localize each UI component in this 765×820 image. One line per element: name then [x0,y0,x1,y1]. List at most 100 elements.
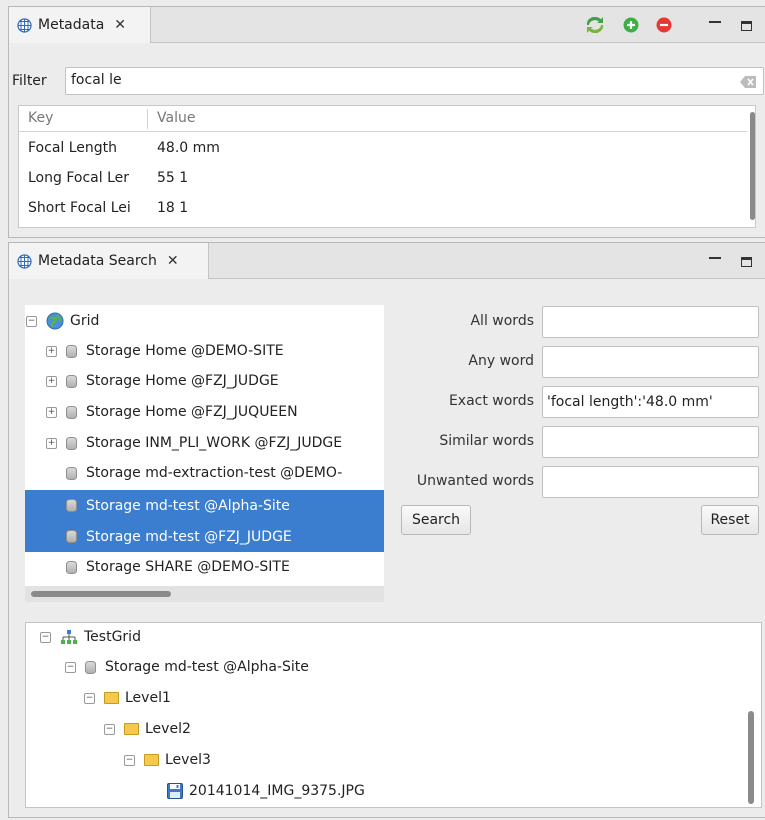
tab-metadata[interactable]: Metadata ✕ [9,7,151,43]
tree-item-storage[interactable]: Storage SHARE @DEMO-SITE [25,553,384,581]
tree-item-storage[interactable]: + Storage INM_PLI_WORK @FZJ_JUDGE [25,429,384,457]
tree-label: Storage INM_PLI_WORK @FZJ_JUDGE [86,435,343,451]
tree-item-storage[interactable]: − Storage md-test @Alpha-Site [26,653,309,681]
all-words-input[interactable] [542,306,759,338]
tree-label: Storage Home @FZJ_JUDGE [86,373,279,389]
column-header-key[interactable]: Key [28,110,53,126]
tree-label: Level1 [125,690,171,706]
tree-item-file[interactable]: 20141014_IMG_9375.JPG [26,777,365,805]
tree-label: Storage md-extraction-test @DEMO- [86,465,343,481]
tree-item-storage-selected[interactable]: Storage md-test @FZJ_JUDGE [25,521,384,552]
tree-label: Level2 [145,721,191,737]
results-tree: − TestGrid − Storage md-test @Alpha-Site… [25,622,762,808]
metadata-tabbar: Metadata ✕ [9,7,765,43]
tree-item-storage-selected[interactable]: Storage md-test @Alpha-Site [25,490,384,521]
tree-item-testgrid[interactable]: − TestGrid [26,623,141,651]
expand-icon[interactable]: + [46,406,57,418]
collapse-icon[interactable]: − [40,631,51,643]
minimize-icon[interactable] [709,21,721,23]
maximize-icon[interactable] [741,257,752,267]
search-tabbar: Metadata Search ✕ [9,243,765,279]
tree-label: TestGrid [84,629,141,645]
search-button-label: Search [411,512,461,528]
search-button[interactable]: Search [401,505,471,535]
tree-item-folder[interactable]: − Level1 [26,684,171,712]
collapse-icon[interactable]: − [65,661,76,673]
expand-icon[interactable]: + [46,437,57,449]
grid-tree: − Grid + Storage Home @DEMO-SITE + Stora… [25,305,384,602]
collapse-icon[interactable]: − [84,692,95,704]
similar-words-label: Similar words [439,433,534,449]
column-header-value[interactable]: Value [157,110,195,126]
tree-item-storage[interactable]: + Storage Home @DEMO-SITE [25,337,384,365]
storage-icon [85,660,96,674]
collapse-icon[interactable]: − [104,723,115,735]
storage-icon [66,530,77,543]
collapse-icon[interactable]: − [26,315,37,327]
unwanted-words-input[interactable] [542,466,759,498]
expand-icon[interactable]: + [46,375,57,387]
remove-icon[interactable] [656,17,672,33]
add-icon[interactable] [623,17,639,33]
collapse-icon[interactable]: − [124,754,135,766]
folder-icon [124,723,139,735]
similar-words-input[interactable] [542,426,759,458]
row-key: Focal Length [28,140,118,156]
reset-button-label: Reset [710,512,750,528]
storage-icon [66,344,77,358]
any-word-label: Any word [468,353,534,369]
tree-item-folder[interactable]: − Level2 [26,715,191,743]
any-word-input[interactable] [542,346,759,378]
tree-item-storage[interactable]: + Storage Home @FZJ_JUQUEEN [25,398,384,426]
horizontal-scrollbar-thumb[interactable] [31,591,171,597]
metadata-table: Key Value Focal Length 48.0 mm Long Foca… [18,105,756,228]
storage-icon [66,560,77,574]
vertical-scrollbar[interactable] [748,711,754,804]
exact-words-value: 'focal length':'48.0 mm' [547,394,713,410]
tree-item-storage[interactable]: Storage md-extraction-test @DEMO- [25,459,384,487]
reset-button[interactable]: Reset [701,505,759,535]
unwanted-words-label: Unwanted words [416,473,534,489]
column-divider [147,109,148,129]
tree-item-folder[interactable]: − Level3 [26,746,211,774]
filter-input[interactable]: focal le [65,67,764,95]
exact-words-input[interactable]: 'focal length':'48.0 mm' [542,386,759,418]
tree-item-grid[interactable]: − Grid [25,307,384,335]
minimize-icon[interactable] [709,257,721,259]
tree-item-storage[interactable]: + Storage Home @FZJ_JUDGE [25,367,384,395]
storage-icon [66,436,77,450]
tree-label: Level3 [165,752,211,768]
row-value: 48.0 mm [157,140,220,156]
clear-icon[interactable] [740,76,756,88]
expand-icon[interactable]: + [46,345,57,357]
tree-label: Storage md-test @FZJ_JUDGE [86,528,292,545]
close-icon[interactable]: ✕ [167,253,179,269]
tree-label: Storage md-test @Alpha-Site [86,497,290,514]
close-icon[interactable]: ✕ [114,17,126,33]
row-value: 18 1 [157,200,189,216]
tree-label: Storage Home @FZJ_JUQUEEN [86,404,298,420]
tab-title: Metadata [38,17,105,33]
tab-title: Metadata Search [38,253,157,269]
storage-icon [66,374,77,388]
save-file-icon [167,783,183,799]
globe-icon [46,312,64,330]
horizontal-scrollbar-track [25,586,384,602]
all-words-label: All words [470,313,534,329]
storage-icon [66,405,77,419]
table-scrollbar[interactable] [750,112,755,220]
tab-metadata-search[interactable]: Metadata Search ✕ [9,243,209,279]
table-row[interactable]: Short Focal Lei 18 1 [19,194,747,224]
row-key: Long Focal Ler [28,170,129,186]
exact-words-label: Exact words [448,393,534,409]
row-value: 55 1 [157,170,189,186]
table-row[interactable]: Long Focal Ler 55 1 [19,164,747,194]
refresh-icon[interactable] [586,17,604,33]
filter-label: Filter [12,73,47,89]
table-row[interactable]: Focal Length 48.0 mm [19,134,747,164]
network-icon [61,630,77,644]
maximize-icon[interactable] [741,21,752,31]
tree-label: 20141014_IMG_9375.JPG [189,783,365,799]
storage-icon [66,466,77,480]
metadata-search-panel: Metadata Search ✕ − Grid + Storage Home … [8,242,765,818]
